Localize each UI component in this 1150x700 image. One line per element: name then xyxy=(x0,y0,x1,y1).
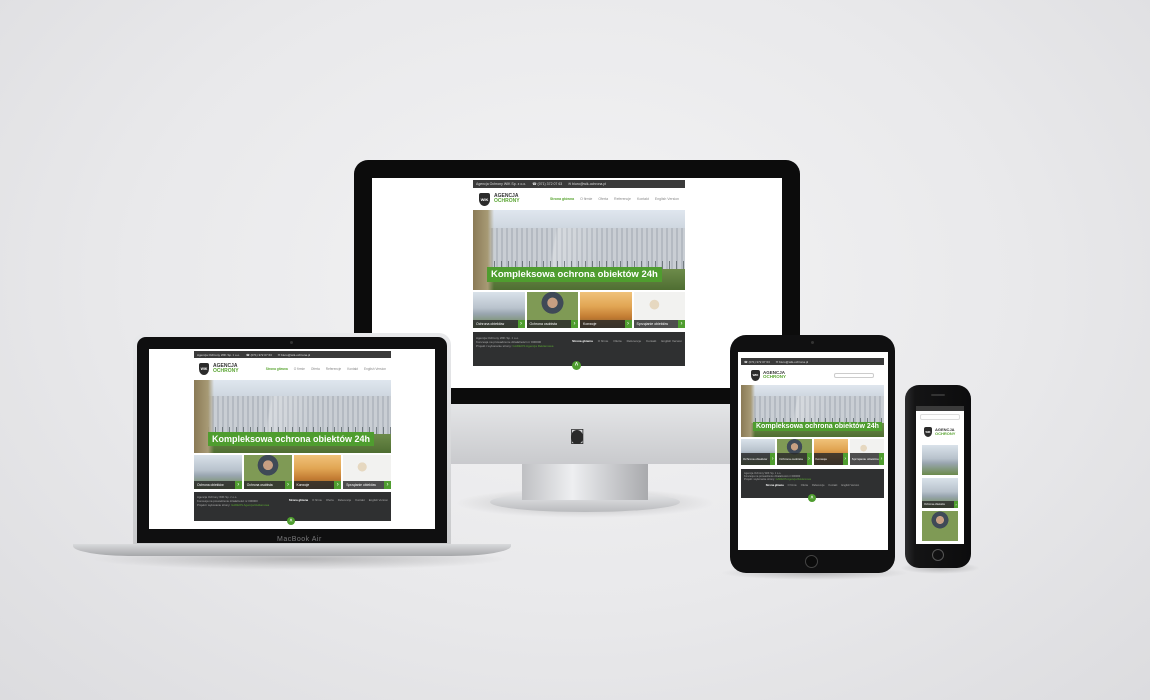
chevron-right-icon: › xyxy=(879,453,884,465)
tile-convoys[interactable]: Konwoje › xyxy=(813,439,848,465)
hero-banner: Kompleksowa ochrona obiektów 24h xyxy=(194,380,391,453)
laptop-label: MacBook Air xyxy=(277,536,322,543)
scroll-up-icon[interactable]: ˄ xyxy=(572,361,581,370)
shield-logo-icon: WIK xyxy=(751,369,760,381)
chevron-right-icon: › xyxy=(517,320,525,328)
topbar-email[interactable]: ✉ biuro@wik-ochrona.pl xyxy=(568,182,606,186)
camera-icon xyxy=(290,341,293,344)
laptop-base: MacBook Air xyxy=(73,536,511,556)
tile-object-protection[interactable]: Ochrona obiektów › xyxy=(741,439,776,465)
shield-logo-icon: WIK xyxy=(924,427,932,437)
tile-cleaning[interactable]: Sprzątanie obiektów › xyxy=(633,292,685,328)
tile-personal-protection[interactable]: Ochrona osobista › xyxy=(777,439,812,465)
mobile-menu-select[interactable] xyxy=(920,414,960,420)
imac-website: Agencja Ochrony WIK Sp. z o.o. ☎ (071) 3… xyxy=(473,180,685,366)
footer-credits-link[interactable]: GADEOS Agencja Reklamowa xyxy=(513,344,554,348)
home-button[interactable] xyxy=(932,549,944,561)
site-header: WIK AGENCJA OCHRONY xyxy=(741,365,884,385)
chevron-right-icon: › xyxy=(571,320,578,328)
nav-contact[interactable]: Kontakt xyxy=(637,197,649,201)
service-tiles: Ochrona obiektów › Ochrona osobista › Konw… xyxy=(194,455,391,489)
chevron-right-icon: › xyxy=(624,320,632,328)
tablet-website: ☎ (071) 372 07 63 ✉ biuro@wik-ochrona.pl… xyxy=(741,358,884,498)
site-logo[interactable]: WIK AGENCJA OCHRONY xyxy=(479,192,520,206)
chevron-right-icon: › xyxy=(842,453,848,465)
chevron-right-icon: › xyxy=(284,481,292,489)
chevron-right-icon: › xyxy=(678,320,685,328)
hero-title: Kompleksowa ochrona obiektów 24h xyxy=(753,422,882,431)
shield-logo-icon: WIK xyxy=(479,192,490,206)
site-header: WIK AGENCJA OCHRONY Strona główna O firm… xyxy=(473,188,685,210)
mobile-menu-select[interactable] xyxy=(834,372,874,378)
chevron-right-icon: › xyxy=(384,481,391,489)
tile-object-protection[interactable] xyxy=(922,445,958,475)
topbar-phone[interactable]: ☎ (071) 372 07 63 xyxy=(532,182,562,186)
tile-object-protection[interactable]: Ochrona obiektów › xyxy=(473,292,525,328)
tile-personal-protection[interactable]: Ochrona osobista › xyxy=(526,292,578,328)
chevron-right-icon: › xyxy=(770,453,776,465)
chevron-right-icon: › xyxy=(954,501,958,508)
site-topbar: Agencja Ochrony WIK Sp. z o.o. ☎ (071) 3… xyxy=(194,351,391,358)
site-topbar: Agencja Ochrony WIK Sp. z o.o. ☎ (071) 3… xyxy=(473,180,685,188)
chevron-right-icon: › xyxy=(234,481,242,489)
home-button[interactable] xyxy=(805,555,818,568)
hero-title: Kompleksowa ochrona obiektów 24h xyxy=(487,267,662,282)
chevron-right-icon: › xyxy=(806,453,812,465)
main-nav: Strona główna O firmie Oferta Referencje… xyxy=(265,367,386,371)
main-nav: Strona główna O firmie Oferta Referencje… xyxy=(550,197,679,201)
tile-cleaning[interactable]: Sprzątanie obiektów › xyxy=(849,439,884,465)
shield-logo-icon: WIK xyxy=(199,363,209,375)
tile-personal-protection[interactable]: Ochrona osobista › xyxy=(243,455,292,489)
imac-neck xyxy=(522,460,648,500)
site-topbar: ☎ (071) 372 07 63 ✉ biuro@wik-ochrona.pl xyxy=(741,358,884,365)
speaker-icon xyxy=(931,394,945,396)
site-topbar xyxy=(916,406,964,411)
tile-object-protection[interactable]: Ochrona obiektów › xyxy=(194,455,242,489)
hero-banner: Kompleksowa ochrona obiektów 24h xyxy=(473,210,685,290)
logo-line2: OCHRONY xyxy=(494,198,520,204)
nav-references[interactable]: Referencje xyxy=(614,197,631,201)
tile-convoys[interactable]: Konwoje › xyxy=(580,292,632,328)
hero-banner: Kompleksowa ochrona obiektów 24h xyxy=(741,385,884,437)
camera-icon xyxy=(811,341,814,344)
scroll-up-icon[interactable]: ˄ xyxy=(808,494,816,502)
apple-logo-icon xyxy=(571,430,583,444)
phone-display: WIK AGENCJA OCHRONY Ochrona obiektów › xyxy=(916,406,964,544)
topbar-company: Agencja Ochrony WIK Sp. z o.o. xyxy=(476,182,527,186)
nav-english[interactable]: English Version xyxy=(655,197,679,201)
hero-title: Kompleksowa ochrona obiektów 24h xyxy=(208,432,375,446)
nav-offer[interactable]: Oferta xyxy=(598,197,608,201)
laptop-website: Agencja Ochrony WIK Sp. z o.o. ☎ (071) 3… xyxy=(194,351,391,521)
footer-credits-label: Projekt i wykonanie strony: xyxy=(476,344,512,348)
tile-personal-protection[interactable] xyxy=(922,511,958,541)
site-header: WIK AGENCJA OCHRONY Strona główna O firm… xyxy=(194,358,391,380)
site-logo[interactable]: WIK AGENCJA OCHRONY xyxy=(916,423,964,441)
nav-home[interactable]: Strona główna xyxy=(550,197,574,201)
service-tiles: Ochrona obiektów › Ochrona osobista › Konw… xyxy=(741,439,884,465)
site-logo[interactable]: WIK AGENCJA OCHRONY xyxy=(199,363,239,375)
tile-cleaning[interactable]: Sprzątanie obiektów › xyxy=(343,455,391,489)
footer-nav: Strona główna O firmie Oferta Referencje… xyxy=(572,339,682,343)
nav-about[interactable]: O firmie xyxy=(580,197,592,201)
tile-object-protection-card[interactable]: Ochrona obiektów › xyxy=(922,478,958,508)
tile-convoys[interactable]: Konwoje › xyxy=(293,455,342,489)
scroll-up-icon[interactable]: ˄ xyxy=(287,517,295,525)
footer-nav: Strona główna O firmie Oferta Referencje… xyxy=(765,484,860,487)
footer-nav: Strona główna O firmie Oferta Referencje… xyxy=(288,498,388,502)
chevron-right-icon: › xyxy=(334,481,342,489)
site-logo[interactable]: WIK AGENCJA OCHRONY xyxy=(751,369,786,381)
service-tiles: Ochrona obiektów › Ochrona osobista › Konw… xyxy=(473,292,685,328)
